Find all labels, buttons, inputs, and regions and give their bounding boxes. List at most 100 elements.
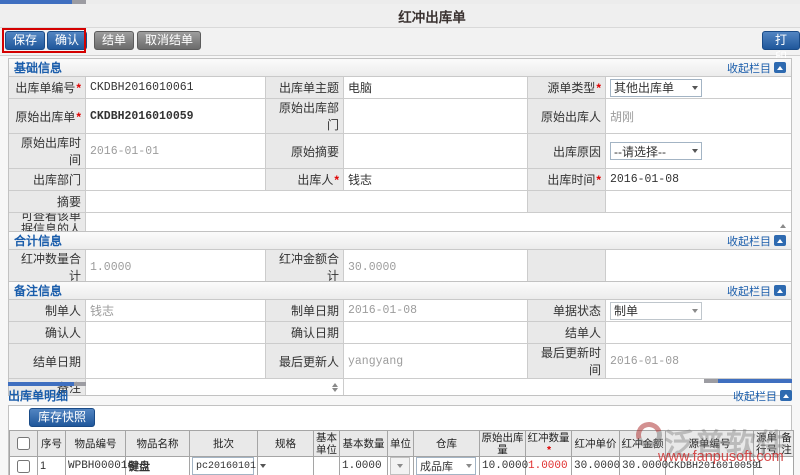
doc-no-label: 出库单编号 [9, 77, 86, 99]
amount-total-field: 30.0000 [344, 250, 528, 285]
section-basic-header: 基础信息 收起栏目 [9, 59, 791, 77]
row-base-qty[interactable]: 1.0000 [340, 457, 388, 475]
reason-value: --请选择-- [614, 143, 666, 160]
person-label: 出库人 [266, 169, 344, 191]
row-warehouse-cell: 成品库 [414, 457, 480, 475]
warehouse-value: 成品库 [420, 458, 453, 474]
qty-total-field: 1.0000 [86, 250, 266, 285]
col-base-unit: 基本单位 [314, 431, 340, 457]
creator-label: 制单人 [9, 300, 86, 322]
qty-total-label: 红冲数量合计 [9, 250, 86, 285]
source-type-value: 其他出库单 [614, 79, 674, 96]
collapse-icon [780, 390, 792, 401]
row-batch-cell: pc20160101 [190, 457, 258, 475]
collapse-label: 收起栏目 [733, 388, 777, 404]
mid-right-scrollbar-thumb[interactable] [718, 379, 792, 383]
row-source-line: 1 [754, 457, 780, 475]
col-source-no: 源单编号 [666, 431, 754, 457]
print-button[interactable]: 打印 [762, 31, 800, 50]
source-type-label: 源单类型 [528, 77, 606, 99]
summary-field[interactable] [86, 191, 528, 213]
select-all-checkbox-cell [10, 431, 38, 457]
page-title: 红冲出库单 [398, 6, 466, 26]
row-source-no: CKDBH2016010059 [666, 457, 754, 475]
mid-left-scrollbar-segment[interactable] [74, 382, 86, 386]
row-flush-price[interactable]: 30.0000 [572, 457, 620, 475]
confirm-button[interactable]: 确认 [47, 31, 87, 50]
orig-doc-field[interactable]: CKDBH2016010059 [86, 99, 266, 134]
row-seq: 1 [38, 457, 66, 475]
settler-field[interactable] [606, 322, 791, 344]
unit-select[interactable] [390, 457, 410, 475]
save-button[interactable]: 保存 [5, 31, 45, 50]
orig-person-label: 原始出库人 [528, 99, 606, 134]
collapse-icon [774, 62, 786, 73]
collapse-link-remark[interactable]: 收起栏目 [727, 283, 786, 299]
select-all-checkbox[interactable] [17, 437, 30, 450]
mid-left-scrollbar-thumb[interactable] [8, 382, 74, 386]
collapse-link-total[interactable]: 收起栏目 [727, 233, 786, 249]
subject-label: 出库单主题 [266, 77, 344, 99]
row-unit-cell [388, 457, 414, 475]
col-source-line: 源单行号 [754, 431, 780, 457]
doc-no-field[interactable]: CKDBH2016010061 [86, 77, 266, 99]
confirm-date-field[interactable] [344, 322, 528, 344]
settle-date-field[interactable] [86, 344, 266, 379]
confirmer-label: 确认人 [9, 322, 86, 344]
col-item-name: 物品名称 [126, 431, 190, 457]
updater-field: yangyang [344, 344, 528, 379]
chevron-down-icon [466, 464, 472, 468]
collapse-label: 收起栏目 [727, 283, 771, 299]
orig-time-field: 2016-01-01 [86, 134, 266, 169]
col-batch: 批次 [190, 431, 258, 457]
mid-right-scrollbar-segment[interactable] [704, 379, 718, 383]
collapse-label: 收起栏目 [727, 60, 771, 76]
status-select[interactable]: 制单 [610, 302, 702, 320]
col-base-qty: 基本数量 [340, 431, 388, 457]
row-flush-amount: 30.0000 [620, 457, 666, 475]
settler-label: 结单人 [528, 322, 606, 344]
col-orig-qty: 原始出库量 [480, 431, 526, 457]
collapse-link-detail[interactable]: 收起栏目 [733, 388, 792, 404]
update-time-field: 2016-01-08 [606, 344, 791, 379]
row-checkbox-cell [10, 457, 38, 475]
section-detail-box: 库存快照 序号 物品编号 物品名称 批次 规格 基本单位 基本数量 单位 仓库 … [8, 405, 792, 475]
reason-select[interactable]: --请选择-- [610, 142, 702, 160]
reason-label: 出库原因 [528, 134, 606, 169]
summary-label: 摘要 [9, 191, 86, 213]
orig-dept-field[interactable] [344, 99, 528, 134]
confirmer-field[interactable] [86, 322, 266, 344]
scroll-up-icon[interactable] [780, 224, 786, 228]
time-field[interactable]: 2016-01-08 [606, 169, 791, 191]
empty-value-cell [606, 191, 791, 213]
row-flush-qty[interactable]: 1.0000 [526, 457, 572, 475]
section-detail-header: 出库单明细 收起栏目 [8, 387, 792, 404]
amount-total-label: 红冲金额合计 [266, 250, 344, 285]
warehouse-select[interactable]: 成品库 [416, 457, 476, 475]
col-remark: 备注 [780, 431, 794, 457]
col-flush-price: 红冲单价 [572, 431, 620, 457]
source-type-select[interactable]: 其他出库单 [610, 79, 702, 97]
cancel-settle-button[interactable]: 取消结单 [137, 31, 201, 50]
row-checkbox[interactable] [17, 460, 30, 473]
stock-snapshot-button[interactable]: 库存快照 [29, 408, 95, 427]
subject-field[interactable]: 电脑 [344, 77, 528, 99]
section-detail-title: 出库单明细 [8, 387, 68, 404]
settle-button[interactable]: 结单 [94, 31, 134, 50]
empty-value-cell [606, 250, 791, 285]
detail-toolbar: 库存快照 [9, 406, 791, 430]
row-remark[interactable] [780, 457, 794, 475]
dept-field[interactable] [86, 169, 266, 191]
orig-summary-field[interactable] [344, 134, 528, 169]
orig-doc-label: 原始出库单 [9, 99, 86, 134]
collapse-label: 收起栏目 [727, 233, 771, 249]
scroll-up-icon[interactable] [332, 383, 338, 387]
chevron-down-icon [397, 464, 403, 468]
time-label: 出库时间 [528, 169, 606, 191]
person-field[interactable]: 钱志 [344, 169, 528, 191]
create-date-field: 2016-01-08 [344, 300, 528, 322]
collapse-link-basic[interactable]: 收起栏目 [727, 60, 786, 76]
batch-select[interactable]: pc20160101 [192, 457, 254, 475]
col-flush-amount: 红冲金额 [620, 431, 666, 457]
row-item-code: WPBH000014 [66, 457, 126, 475]
